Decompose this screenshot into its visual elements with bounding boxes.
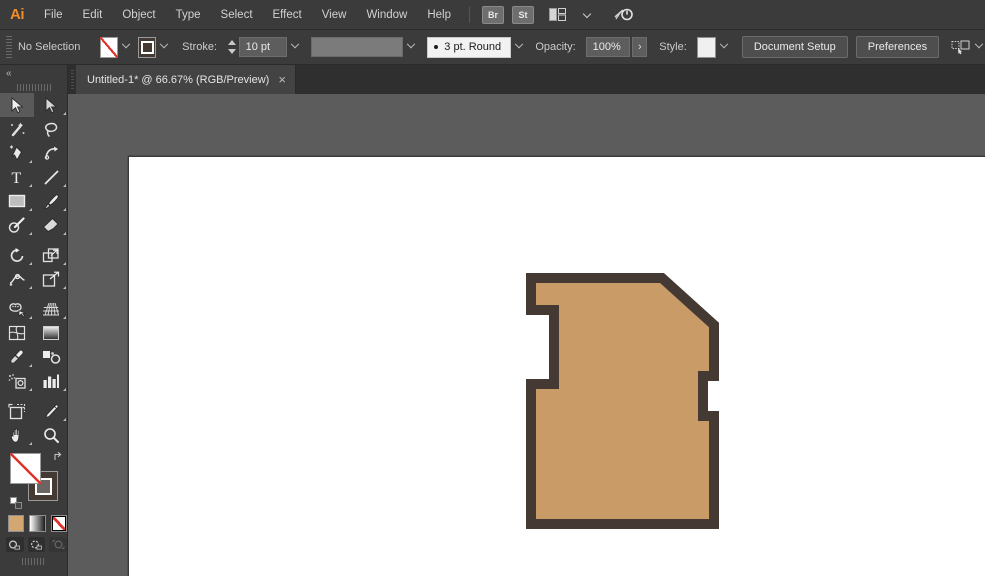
none-swatch-button[interactable]	[50, 515, 67, 532]
width-tool[interactable]	[0, 267, 34, 291]
document-tab-bar: Untitled-1* @ 66.67% (RGB/Preview) ×	[0, 65, 985, 94]
style-label: Style:	[659, 41, 687, 53]
selection-tool[interactable]	[0, 93, 34, 117]
arrange-documents-icon[interactable]	[546, 6, 568, 24]
document-tab-title: Untitled-1* @ 66.67% (RGB/Preview)	[87, 73, 270, 86]
brush-definition-select[interactable]: 3 pt. Round	[427, 36, 512, 58]
align-to-artboard-icon[interactable]	[951, 38, 971, 56]
fill-color-swatch[interactable]	[99, 36, 119, 58]
stroke-chevron-down-icon[interactable]	[158, 37, 170, 58]
color-swatch-button[interactable]	[8, 515, 25, 532]
menu-item-edit[interactable]: Edit	[73, 0, 113, 30]
artboard-tool[interactable]	[0, 399, 34, 423]
opacity-options-button[interactable]: ›	[632, 37, 648, 57]
menu-item-help[interactable]: Help	[417, 0, 461, 30]
lasso-tool[interactable]	[34, 117, 68, 141]
style-chevron-down-icon[interactable]	[718, 37, 730, 58]
drawing-modes-row	[0, 532, 68, 552]
preferences-button[interactable]: Preferences	[855, 36, 940, 58]
opacity-input[interactable]: 100%	[585, 37, 631, 57]
change-screen-mode-button[interactable]	[21, 558, 46, 565]
pen-tool[interactable]	[0, 141, 34, 165]
stroke-weight-input[interactable]: 10 pt	[238, 37, 287, 57]
variable-width-profile-select[interactable]	[310, 37, 404, 57]
stroke-weight-stepper[interactable]	[227, 37, 236, 57]
direct-selection-tool[interactable]	[34, 93, 68, 117]
magic-wand-tool[interactable]	[0, 117, 34, 141]
bridge-button[interactable]: Br	[482, 5, 504, 24]
artboard[interactable]	[128, 156, 985, 576]
column-graph-tool[interactable]	[34, 369, 68, 393]
align-chevron-down-icon[interactable]	[973, 37, 985, 58]
graphic-style-swatch[interactable]	[696, 36, 716, 58]
menu-bar: Ai File Edit Object Type Select Effect V…	[0, 0, 985, 30]
draw-inside-button[interactable]	[49, 537, 68, 552]
stock-button[interactable]: St	[512, 5, 534, 24]
menu-item-object[interactable]: Object	[112, 0, 165, 30]
eraser-tool[interactable]	[34, 213, 68, 237]
control-bar-grip[interactable]	[6, 36, 12, 58]
control-bar: No Selection Stroke: 10 pt 3 pt. Round O…	[0, 30, 985, 65]
draw-behind-button[interactable]	[27, 537, 46, 552]
rotate-tool[interactable]	[0, 243, 34, 267]
eyedropper-tool[interactable]	[0, 345, 34, 369]
notched-polygon-shape[interactable]	[129, 157, 985, 576]
shape-builder-tool[interactable]	[0, 297, 34, 321]
free-transform-tool[interactable]	[34, 267, 68, 291]
document-setup-button[interactable]: Document Setup	[741, 36, 848, 58]
rectangle-tool[interactable]	[0, 189, 34, 213]
tools-panel-grip[interactable]	[0, 81, 67, 93]
tools-grid: T	[0, 93, 67, 447]
brush-definition-label: 3 pt. Round	[444, 41, 502, 53]
stroke-color-swatch[interactable]	[137, 36, 157, 58]
tools-panel: « T	[0, 65, 68, 576]
zoom-tool[interactable]	[34, 423, 68, 447]
stroke-weight-label[interactable]: Stroke:	[182, 41, 217, 53]
swap-fill-stroke-icon[interactable]	[52, 451, 65, 464]
perspective-grid-tool[interactable]	[34, 297, 68, 321]
paintbrush-tool[interactable]	[34, 189, 68, 213]
gradient-tool[interactable]	[34, 321, 68, 345]
shaper-tool[interactable]	[0, 213, 34, 237]
type-tool[interactable]: T	[0, 165, 34, 189]
selection-status-label: No Selection	[17, 41, 81, 53]
hand-tool[interactable]	[0, 423, 34, 447]
mesh-tool[interactable]	[0, 321, 34, 345]
menu-item-effect[interactable]: Effect	[263, 0, 312, 30]
slice-tool[interactable]	[34, 399, 68, 423]
tab-bar-grip[interactable]	[68, 65, 76, 94]
scale-tool[interactable]	[34, 243, 68, 267]
color-mode-row	[0, 509, 67, 532]
menu-item-select[interactable]: Select	[211, 0, 263, 30]
menu-divider	[469, 6, 470, 23]
draw-normal-button[interactable]	[6, 537, 24, 552]
app-logo-icon: Ai	[10, 6, 25, 23]
curvature-tool[interactable]	[34, 141, 68, 165]
brush-chevron-down-icon[interactable]	[513, 37, 525, 58]
close-icon[interactable]: ×	[278, 73, 286, 86]
collapse-tools-panel-icon[interactable]: «	[0, 65, 67, 81]
illustrator-window: Ai File Edit Object Type Select Effect V…	[0, 0, 985, 576]
fill-chevron-down-icon[interactable]	[120, 37, 132, 58]
line-segment-tool[interactable]	[34, 165, 68, 189]
brush-preview-icon	[434, 45, 439, 49]
fill-proxy-swatch[interactable]	[10, 453, 41, 484]
arrange-chevron-down-icon[interactable]	[576, 6, 598, 24]
menu-item-window[interactable]: Window	[356, 0, 417, 30]
gradient-swatch-button[interactable]	[29, 515, 46, 532]
stroke-weight-chevron-down-icon[interactable]	[289, 37, 301, 58]
fill-stroke-proxy	[10, 451, 67, 509]
menu-item-view[interactable]: View	[312, 0, 357, 30]
menu-item-type[interactable]: Type	[166, 0, 211, 30]
menu-item-file[interactable]: File	[34, 0, 73, 30]
blend-tool[interactable]	[34, 345, 68, 369]
opacity-label[interactable]: Opacity:	[535, 41, 575, 53]
default-fill-stroke-icon[interactable]	[10, 497, 22, 509]
canvas-area[interactable]	[68, 94, 985, 576]
document-tab-untitled-1[interactable]: Untitled-1* @ 66.67% (RGB/Preview) ×	[76, 65, 296, 94]
symbol-sprayer-tool[interactable]	[0, 369, 34, 393]
profile-chevron-down-icon[interactable]	[405, 37, 417, 58]
svg-text:T: T	[11, 170, 21, 185]
search-adobe-stock-icon[interactable]	[612, 6, 634, 24]
